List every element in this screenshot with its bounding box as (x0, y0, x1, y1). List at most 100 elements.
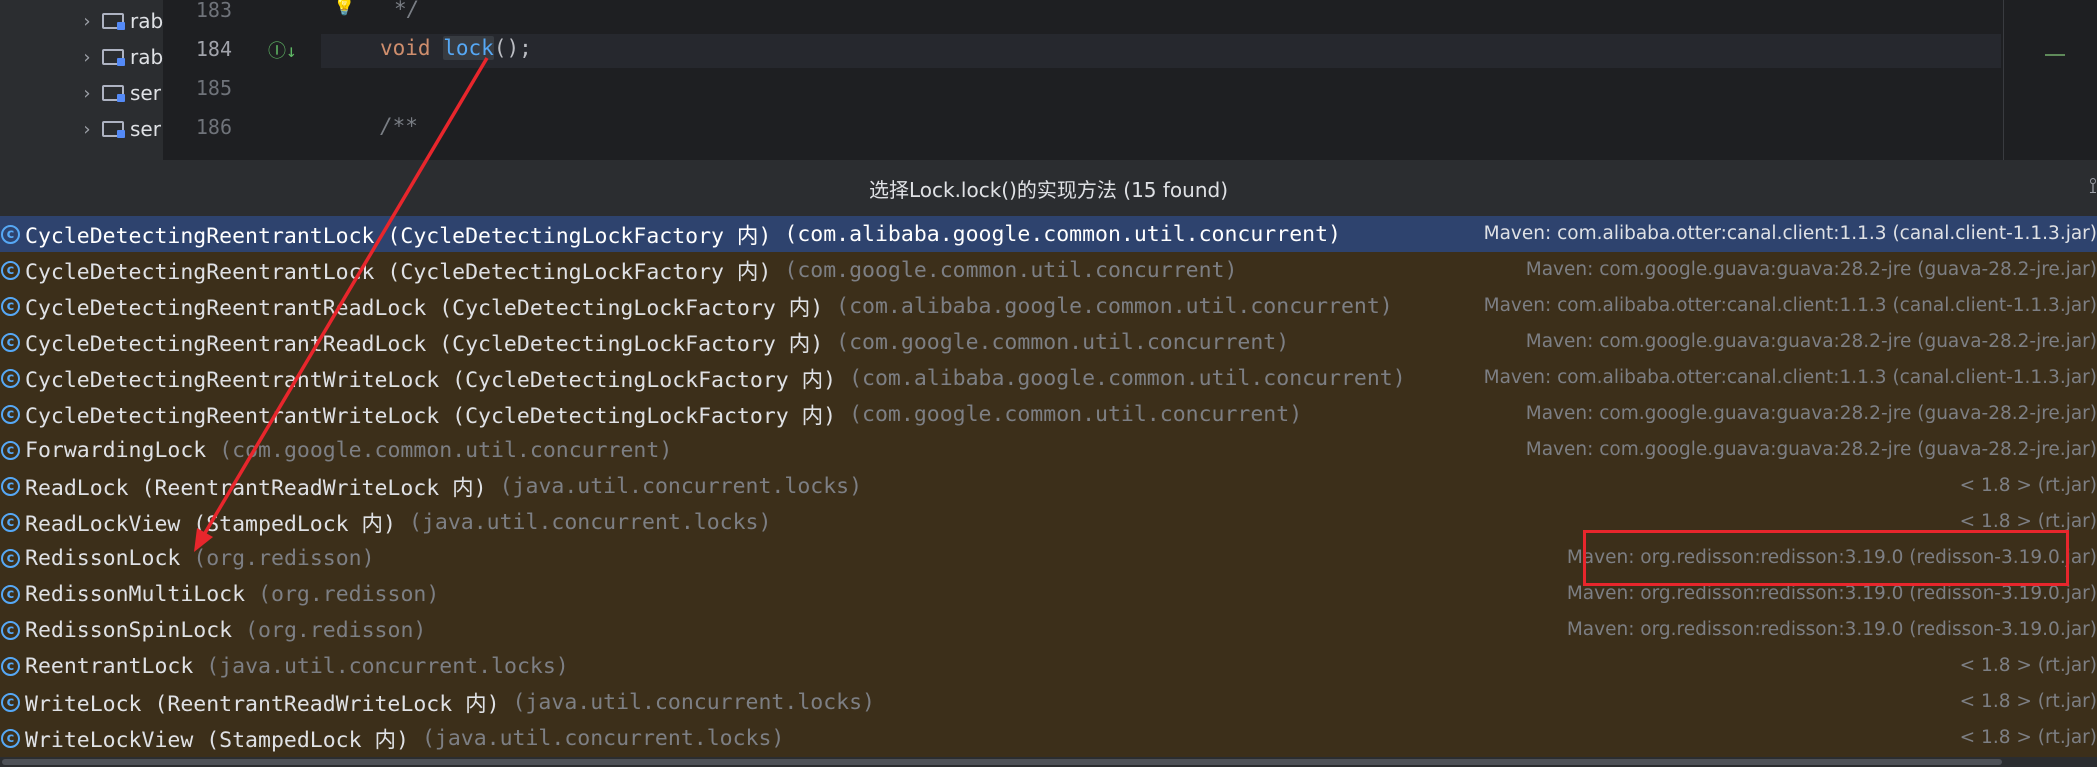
library-name: Maven: com.google.guava:guava:28.2-jre (… (1525, 331, 2097, 352)
class-icon: c (1, 728, 20, 748)
class-name: WriteLock (ReentrantReadWriteLock 内) (25, 691, 500, 717)
class-icon: c (1, 260, 20, 280)
code-line-184: void lock(); (380, 36, 532, 60)
library-name: Maven: org.redisson:redisson:3.19.0 (red… (1566, 583, 2097, 604)
package-name: (java.util.concurrent.locks) (512, 689, 875, 715)
pin-icon[interactable]: ⟟ (2089, 174, 2097, 199)
list-item[interactable]: c CycleDetectingReentrantLock (CycleDete… (0, 252, 2097, 288)
package-name: (com.google.common.util.concurrent) (219, 437, 673, 463)
class-icon: c (1, 440, 20, 460)
library-name: Maven: com.alibaba.otter:canal.client:1.… (1483, 223, 2097, 244)
editor-gutter (163, 0, 321, 160)
package-name: (java.util.concurrent.locks) (499, 473, 863, 499)
library-name: Maven: com.google.guava:guava:28.2-jre (… (1525, 403, 2097, 424)
chevron-right-icon[interactable]: › (78, 83, 96, 104)
code-comment-start: /** (380, 114, 418, 138)
code-parens: (); (493, 36, 532, 60)
folder-icon (102, 49, 125, 66)
library-name: Maven: com.google.guava:guava:28.2-jre (… (1525, 259, 2097, 280)
class-name: CycleDetectingReentrantWriteLock (CycleD… (25, 403, 837, 429)
popup-title: 选择Lock.lock()的实现方法 (15 found) (868, 177, 1229, 202)
list-item[interactable]: c ForwardingLock (com.google.common.util… (0, 432, 2097, 468)
class-icon: c (1, 332, 20, 352)
chevron-right-icon[interactable]: › (78, 11, 96, 32)
implementations-popup: 选择Lock.lock()的实现方法 (15 found) ⟟ c CycleD… (0, 160, 2097, 767)
class-name: CycleDetectingReentrantWriteLock (CycleD… (25, 367, 837, 393)
list-item[interactable]: c ReadLock (ReentrantReadWriteLock 内) (j… (0, 468, 2097, 504)
list-item[interactable]: c WriteLock (ReentrantReadWriteLock 内) (… (0, 684, 2097, 720)
right-margin-guide (2003, 0, 2004, 160)
line-number: 185 (195, 76, 232, 100)
list-item[interactable]: c CycleDetectingReentrantWriteLock (Cycl… (0, 396, 2097, 432)
library-name: Maven: org.redisson:redisson:3.19.0 (red… (1566, 547, 2097, 568)
tree-item-label: rab (130, 45, 164, 69)
code-keyword: void (380, 36, 431, 60)
tree-item[interactable]: › rab (78, 42, 163, 72)
list-item[interactable]: c CycleDetectingReentrantReadLock (Cycle… (0, 288, 2097, 324)
package-name: (com.google.common.util.concurrent) (849, 401, 1303, 427)
package-name: (com.alibaba.google.common.util.concurre… (849, 365, 1406, 391)
class-icon: c (1, 404, 20, 424)
class-name: RedissonLock (25, 545, 181, 571)
class-icon: c (1, 620, 20, 640)
tree-item-label: rab (130, 9, 164, 33)
implemented-gutter-icon[interactable]: Ⓘ↓ (268, 37, 297, 63)
chevron-right-icon[interactable]: › (78, 47, 96, 68)
class-icon: c (1, 476, 20, 496)
library-name: < 1.8 > (rt.jar) (1959, 727, 2097, 748)
class-icon: c (1, 656, 20, 676)
library-name: < 1.8 > (rt.jar) (1959, 691, 2097, 712)
class-name: ReadLockView (StampedLock 内) (25, 511, 396, 537)
library-name: Maven: com.alibaba.otter:canal.client:1.… (1483, 367, 2097, 388)
chevron-right-icon[interactable]: › (78, 119, 96, 140)
class-name: RedissonMultiLock (25, 581, 246, 607)
list-item[interactable]: c CycleDetectingReentrantWriteLock (Cycl… (0, 360, 2097, 396)
folder-icon (102, 121, 125, 138)
tree-item-label: ser (130, 117, 161, 141)
class-icon: c (1, 692, 20, 712)
tree-item[interactable]: › ser (78, 114, 161, 144)
class-name: CycleDetectingReentrantReadLock (CycleDe… (25, 331, 824, 357)
class-name: ForwardingLock (25, 437, 207, 463)
class-name: CycleDetectingReentrantReadLock (CycleDe… (25, 295, 824, 321)
package-name: (org.redisson) (245, 617, 427, 643)
folder-icon (102, 13, 125, 30)
current-line-highlight (321, 34, 2001, 68)
class-icon: c (1, 224, 20, 244)
list-item[interactable]: c RedissonLock (org.redisson) Maven: org… (0, 540, 2097, 576)
tree-item[interactable]: › ser (78, 78, 161, 108)
class-name: CycleDetectingReentrantLock (CycleDetect… (25, 259, 772, 285)
list-item[interactable]: c ReadLockView (StampedLock 内) (java.uti… (0, 504, 2097, 540)
package-name: (com.alibaba.google.common.util.concurre… (836, 293, 1393, 319)
list-item[interactable]: c RedissonSpinLock (org.redisson) Maven:… (0, 612, 2097, 648)
tree-item[interactable]: › rab (78, 6, 163, 36)
class-icon: c (1, 512, 20, 532)
library-name: Maven: org.redisson:redisson:3.19.0 (red… (1566, 619, 2097, 640)
class-name: RedissonSpinLock (25, 617, 233, 643)
package-name: (org.redisson) (193, 545, 375, 571)
popup-header: 选择Lock.lock()的实现方法 (15 found) ⟟ (0, 160, 2097, 216)
class-name: CycleDetectingReentrantLock (CycleDetect… (25, 223, 772, 249)
list-item[interactable]: c CycleDetectingReentrantReadLock (Cycle… (0, 324, 2097, 360)
folder-icon (102, 85, 125, 102)
list-item[interactable]: c CycleDetectingReentrantLock (CycleDete… (0, 216, 2097, 252)
line-number: 183 (195, 0, 232, 22)
class-icon: c (1, 584, 20, 604)
scrollbar-thumb[interactable] (2, 759, 2002, 765)
list-item[interactable]: c ReentrantLock (java.util.concurrent.lo… (0, 648, 2097, 684)
scrollbar-marker (2045, 54, 2065, 56)
class-icon: c (1, 548, 20, 568)
package-name: (java.util.concurrent.locks) (421, 725, 785, 751)
class-name: ReadLock (ReentrantReadWriteLock 内) (25, 475, 487, 501)
horizontal-scrollbar[interactable] (0, 757, 2097, 767)
list-item[interactable]: c RedissonMultiLock (org.redisson) Maven… (0, 576, 2097, 612)
intention-bulb-icon[interactable]: 💡 (333, 0, 355, 17)
list-item[interactable]: c WriteLockView (StampedLock 内) (java.ut… (0, 720, 2097, 756)
code-editor: › rab › rab › ser › ser 183 184 185 186 … (0, 0, 2097, 160)
code-comment-end: */ (394, 0, 420, 21)
line-number: 184 (195, 37, 232, 61)
tree-item-label: ser (130, 81, 161, 105)
code-method-name[interactable]: lock (443, 36, 494, 60)
package-name: (org.redisson) (258, 581, 440, 607)
package-name: (com.google.common.util.concurrent) (836, 329, 1290, 355)
